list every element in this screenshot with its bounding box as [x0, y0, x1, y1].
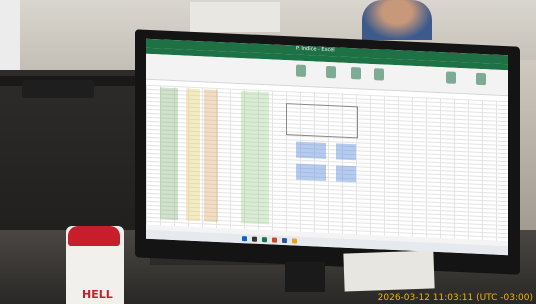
- taskbar-icon[interactable]: [292, 238, 297, 244]
- monitor: P. Índice - Excel: [135, 29, 520, 275]
- window-title: P. Índice - Excel: [296, 45, 335, 54]
- orange-column: [204, 89, 218, 223]
- camera-timestamp: 2026-03-12 11:03:11 (UTC -03:00): [377, 293, 533, 303]
- start-icon[interactable]: [242, 236, 247, 242]
- ribbon-button[interactable]: [326, 65, 336, 79]
- blue-cells: [296, 141, 326, 159]
- monitor-stand: [285, 262, 325, 292]
- blue-cells: [336, 143, 356, 161]
- taskbar-icon[interactable]: [272, 237, 277, 243]
- monitor-screen: P. Índice - Excel: [146, 38, 508, 256]
- green-column: [160, 87, 178, 221]
- blue-cells: [296, 163, 326, 181]
- yellow-column: [186, 88, 200, 222]
- summary-column: [241, 91, 269, 225]
- ribbon-button[interactable]: [351, 67, 361, 80]
- blue-cells: [336, 165, 356, 183]
- ribbon-button[interactable]: [476, 72, 486, 86]
- ribbon-button[interactable]: [446, 71, 456, 84]
- poster: [190, 2, 280, 32]
- ribbon-button[interactable]: [374, 68, 384, 81]
- person-background: [362, 0, 432, 40]
- paper-note: [343, 250, 435, 292]
- ribbon-button[interactable]: [296, 64, 306, 78]
- taskbar-icon[interactable]: [252, 236, 257, 242]
- router: [22, 80, 94, 98]
- jar-lid: [68, 226, 120, 246]
- white-device: [0, 0, 20, 75]
- taskbar-icon[interactable]: [282, 237, 287, 244]
- table-block: [286, 103, 358, 139]
- jar-label: HELL: [82, 288, 113, 301]
- excel-taskbar-icon[interactable]: [262, 237, 267, 243]
